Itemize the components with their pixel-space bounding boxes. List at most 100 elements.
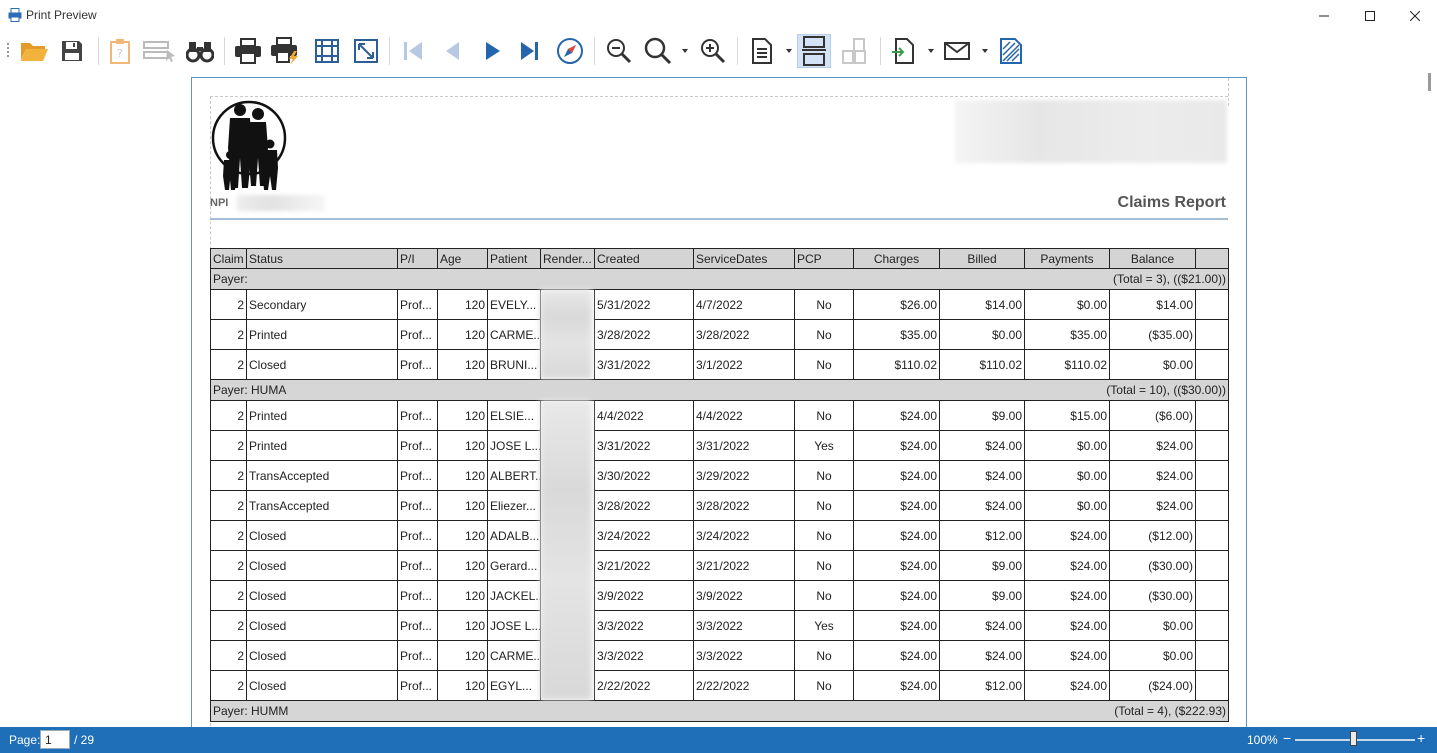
view-mode-button[interactable] <box>745 34 779 68</box>
group-summary: (Total = 10), (($30.00)) <box>1106 383 1226 397</box>
export-dropdown-arrow[interactable] <box>928 49 934 53</box>
multiple-pages-button[interactable] <box>837 34 871 68</box>
view-mode-dropdown-arrow[interactable] <box>786 49 792 53</box>
first-page-button[interactable] <box>396 34 430 68</box>
zoom-slider-thumb[interactable] <box>1350 731 1357 746</box>
export-button[interactable] <box>887 34 921 68</box>
toolbar-separator <box>594 37 595 65</box>
cell-pi: Prof... <box>397 670 438 701</box>
navigation-button[interactable] <box>553 34 587 68</box>
cell-claim: 2 <box>210 610 247 641</box>
column-header-age: Age <box>437 248 488 269</box>
table-row: 2 Printed Prof... 120 JOSE L... 3/31/2022 3/31… <box>210 430 1229 461</box>
cell-billed: $24.00 <box>939 490 1025 521</box>
multiple-pages-icon <box>842 38 866 64</box>
cell-claim: 2 <box>210 490 247 521</box>
minimize-icon <box>1319 15 1329 16</box>
cell-created: 2/22/2022 <box>594 670 694 701</box>
cell-pcp: No <box>794 580 854 611</box>
cell-extra <box>1195 460 1229 491</box>
zoom-minus-button[interactable]: − <box>1283 730 1291 746</box>
group-payer-label: Payer: HUMM <box>213 704 289 718</box>
cell-extra <box>1195 490 1229 521</box>
preview-area[interactable]: NPI Claims Report Claim Status P/I Age P… <box>0 73 1437 727</box>
toolbar-grip[interactable] <box>7 43 9 59</box>
cell-age: 120 <box>437 430 488 461</box>
vertical-scrollbar[interactable] <box>1420 73 1437 727</box>
zoom-plus-button[interactable]: + <box>1417 730 1425 746</box>
cell-claim: 2 <box>210 520 247 551</box>
cell-balance: ($24.00) <box>1109 670 1196 701</box>
table-row: 2 Closed Prof... 120 BRUNI... 3/31/2022 3/1/20… <box>210 349 1229 380</box>
group-header-row: Payer: (Total = 3), (($21.00)) <box>210 268 1229 290</box>
cell-pi: Prof... <box>397 289 438 320</box>
page-number-input[interactable] <box>40 730 70 749</box>
cell-billed: $0.00 <box>939 319 1025 350</box>
cell-created: 3/3/2022 <box>594 640 694 671</box>
save-button[interactable] <box>55 34 89 68</box>
cell-created: 3/28/2022 <box>594 490 694 521</box>
cell-balance: $24.00 <box>1109 490 1196 521</box>
cell-claim: 2 <box>210 400 247 431</box>
find-button[interactable] <box>183 34 217 68</box>
zoom-button[interactable] <box>641 34 675 68</box>
cell-pi: Prof... <box>397 430 438 461</box>
cell-payments: $24.00 <box>1024 520 1110 551</box>
table-row: 2 Closed Prof... 120 ADALB... 3/24/2022 3/24/2… <box>210 520 1229 551</box>
cell-patient: Eliezer... <box>487 490 541 521</box>
cell-claim: 2 <box>210 430 247 461</box>
scale-button[interactable] <box>349 34 383 68</box>
cell-age: 120 <box>437 460 488 491</box>
status-bar: Page: / 29 100% − + <box>0 727 1437 753</box>
maximize-icon <box>1365 10 1375 21</box>
minimize-button[interactable] <box>1301 0 1347 31</box>
next-page-button[interactable] <box>476 34 510 68</box>
parameters-button[interactable]: ? <box>103 34 137 68</box>
previous-page-button[interactable] <box>435 34 469 68</box>
page-setup-button[interactable] <box>310 34 344 68</box>
cell-age: 120 <box>437 640 488 671</box>
maximize-button[interactable] <box>1347 0 1393 31</box>
group-summary: (Total = 3), (($21.00)) <box>1112 272 1226 286</box>
print-button[interactable] <box>231 34 265 68</box>
close-button[interactable] <box>1392 0 1437 31</box>
page-margin-top <box>210 96 1228 97</box>
cell-charges: $24.00 <box>853 520 940 551</box>
document-icon <box>752 38 772 64</box>
cell-age: 120 <box>437 400 488 431</box>
cell-pcp: Yes <box>794 430 854 461</box>
quick-print-button[interactable] <box>269 34 303 68</box>
redacted-render-column <box>540 400 592 700</box>
continuous-view-button[interactable] <box>797 34 831 68</box>
open-button[interactable] <box>17 34 51 68</box>
cell-service-dates: 3/29/2022 <box>693 460 795 491</box>
cell-status: Closed <box>246 580 398 611</box>
cell-billed: $9.00 <box>939 580 1025 611</box>
last-page-button[interactable] <box>513 34 547 68</box>
table-row: 2 Closed Prof... 120 EGYL... 2/22/2022 2/22/20… <box>210 670 1229 701</box>
cell-pcp: No <box>794 400 854 431</box>
cell-status: Closed <box>246 670 398 701</box>
scrollbar-thumb[interactable] <box>1428 73 1431 91</box>
zoom-out-button[interactable] <box>602 34 636 68</box>
cell-pcp: No <box>794 289 854 320</box>
watermark-button[interactable] <box>994 34 1028 68</box>
send-email-button[interactable] <box>940 34 974 68</box>
cell-charges: $26.00 <box>853 289 940 320</box>
column-header-render: Render... <box>540 248 595 269</box>
zoom-dropdown-arrow[interactable] <box>682 49 688 53</box>
cell-charges: $35.00 <box>853 319 940 350</box>
cell-extra <box>1195 580 1229 611</box>
cell-claim: 2 <box>210 289 247 320</box>
send-email-dropdown-arrow[interactable] <box>982 49 988 53</box>
cell-age: 120 <box>437 520 488 551</box>
cell-extra <box>1195 640 1229 671</box>
cell-status: Printed <box>246 400 398 431</box>
zoom-in-button[interactable] <box>696 34 730 68</box>
toolbar-separator <box>98 37 99 65</box>
cell-service-dates: 3/3/2022 <box>693 610 795 641</box>
cell-pi: Prof... <box>397 610 438 641</box>
cell-pi: Prof... <box>397 550 438 581</box>
editing-fields-icon <box>143 41 175 62</box>
editing-fields-button[interactable] <box>143 34 177 68</box>
